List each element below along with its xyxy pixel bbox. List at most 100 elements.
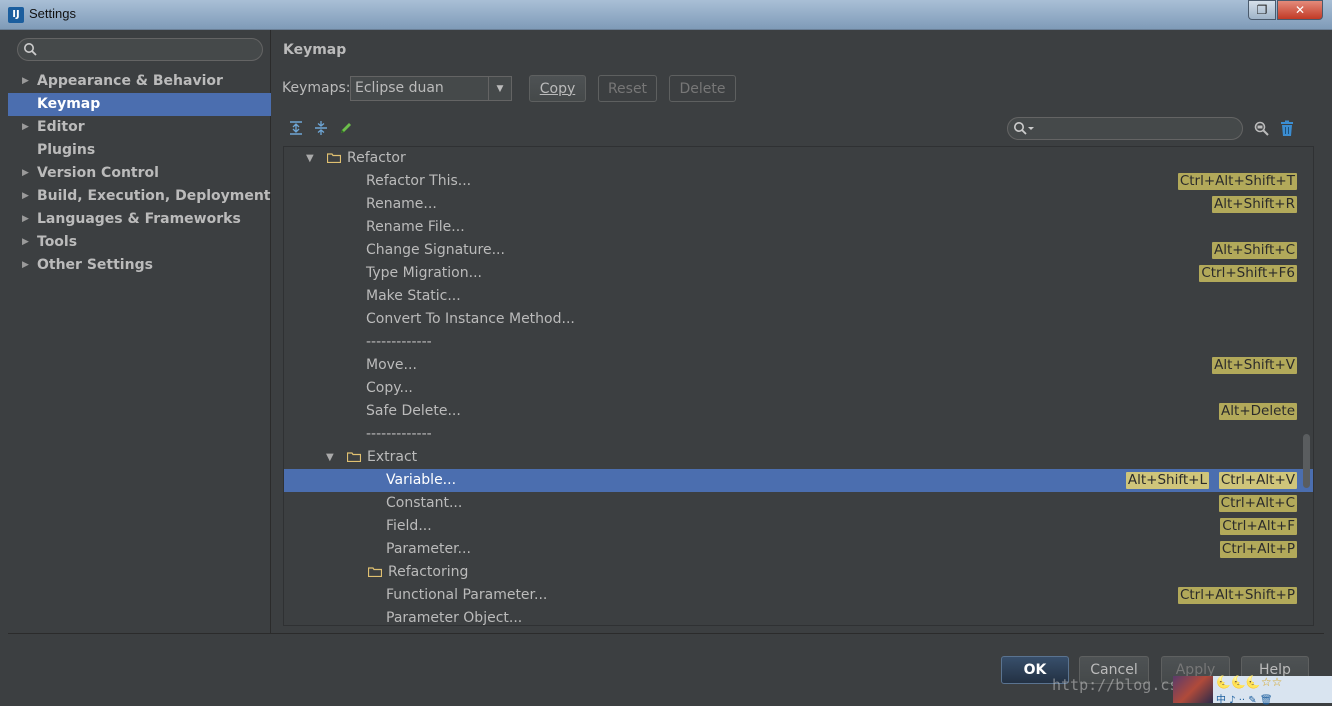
clear-filter-icon[interactable]	[1279, 120, 1295, 137]
shortcut-badge: Alt+Shift+R	[1212, 196, 1297, 213]
tree-action-row[interactable]: Rename... Alt+Shift+R	[284, 193, 1313, 216]
sidebar-item-editor[interactable]: ▶ Editor	[8, 116, 271, 139]
tree-row-label: Convert To Instance Method...	[366, 311, 575, 327]
collapse-all-icon[interactable]	[313, 120, 329, 136]
sidebar-item-label: Languages & Frameworks	[37, 211, 241, 227]
tree-action-row[interactable]: Functional Parameter... Ctrl+Alt+Shift+P	[284, 584, 1313, 607]
tree-action-row[interactable]: Variable... Ctrl+Alt+V Alt+Shift+L	[284, 469, 1313, 492]
shortcut-badge: Ctrl+Alt+V	[1218, 472, 1297, 489]
restore-button[interactable]: ❐	[1248, 0, 1276, 20]
shortcut-badge: Ctrl+Alt+Shift+P	[1177, 587, 1297, 604]
folder-icon	[327, 153, 341, 163]
sidebar-item-label: Other Settings	[37, 257, 153, 273]
tree-row-label: Field...	[386, 518, 432, 534]
chevron-right-icon[interactable]: ▶	[22, 185, 29, 208]
restore-icon: ❐	[1256, 3, 1268, 17]
sidebar-item-version-control[interactable]: ▶ Version Control	[8, 162, 271, 185]
tree-separator-row[interactable]: -------------	[284, 423, 1313, 446]
tree-row-label: Make Static...	[366, 288, 461, 304]
tree-action-row[interactable]: Constant... Ctrl+Alt+C	[284, 492, 1313, 515]
edit-icon[interactable]	[338, 120, 354, 136]
sidebar-item-label: Tools	[37, 234, 78, 250]
tree-action-row[interactable]: Parameter... Ctrl+Alt+P	[284, 538, 1313, 561]
close-icon: ✕	[1294, 3, 1306, 17]
keymap-select[interactable]: Eclipse duan ▼	[350, 76, 512, 101]
tree-action-row[interactable]: Change Signature... Alt+Shift+C	[284, 239, 1313, 262]
search-icon	[1014, 122, 1034, 135]
keymap-actions-tree[interactable]: ▼ Refactor Refactor This... Ctrl+Alt+Shift+…	[283, 146, 1314, 626]
sidebar-item-keymap[interactable]: Keymap	[8, 93, 271, 116]
tree-row-label: Type Migration...	[366, 265, 482, 281]
chevron-right-icon[interactable]: ▶	[22, 162, 29, 185]
tree-action-row[interactable]: Make Static...	[284, 285, 1313, 308]
page-title: Keymap	[283, 42, 347, 58]
chevron-down-icon[interactable]: ▼	[306, 147, 314, 170]
sidebar-item-tools[interactable]: ▶ Tools	[8, 231, 271, 254]
tree-folder-row[interactable]: ▼ Refactor	[284, 147, 1313, 170]
tree-folder-row[interactable]: Refactoring	[284, 561, 1313, 584]
shortcut-badge: Ctrl+Shift+F6	[1199, 265, 1297, 282]
tree-action-row[interactable]: Field... Ctrl+Alt+F	[284, 515, 1313, 538]
tray-toolbar-icons: 中 ♪ ·· ✎ 🗑	[1216, 695, 1273, 706]
sidebar-item-plugins[interactable]: Plugins	[8, 139, 271, 162]
sidebar-item-label: Keymap	[37, 96, 101, 112]
avatar	[1173, 676, 1213, 703]
chevron-right-icon[interactable]: ▶	[22, 208, 29, 231]
copy-button-label: Copy	[539, 80, 576, 97]
tree-row-label: Refactor	[347, 150, 406, 166]
tree-row-label: Move...	[366, 357, 417, 373]
chevron-down-icon[interactable]: ▼	[488, 77, 511, 100]
folder-icon	[347, 452, 361, 462]
chevron-right-icon[interactable]: ▶	[22, 70, 29, 93]
chevron-right-icon[interactable]: ▶	[22, 254, 29, 277]
tree-scrollbar-thumb[interactable]	[1303, 434, 1310, 488]
tree-action-row[interactable]: Rename File...	[284, 216, 1313, 239]
keymap-select-value: Eclipse duan	[355, 80, 444, 96]
reset-button[interactable]: Reset	[598, 75, 657, 102]
tree-action-row[interactable]: Parameter Object...	[284, 607, 1313, 626]
search-icon	[24, 43, 37, 56]
chevron-down-icon[interactable]: ▼	[326, 446, 334, 469]
delete-button[interactable]: Delete	[669, 75, 736, 102]
tree-row-label: Change Signature...	[366, 242, 505, 258]
tree-row-label: Variable...	[386, 472, 457, 488]
sidebar-item-label: Version Control	[37, 165, 159, 181]
shortcut-badge: Ctrl+Alt+Shift+T	[1177, 173, 1297, 190]
sidebar-item-appearance-behavior[interactable]: ▶ Appearance & Behavior	[8, 70, 271, 93]
tree-action-row[interactable]: Copy...	[284, 377, 1313, 400]
sidebar-item-label: Build, Execution, Deployment	[37, 188, 271, 204]
expand-all-icon[interactable]	[288, 120, 304, 136]
tree-row-label: Rename...	[366, 196, 437, 212]
shortcut-badge: Alt+Delete	[1219, 403, 1297, 420]
chevron-right-icon[interactable]: ▶	[22, 116, 29, 139]
tree-action-row[interactable]: Type Migration... Ctrl+Shift+F6	[284, 262, 1313, 285]
sidebar-item-label: Editor	[37, 119, 85, 135]
chevron-right-icon[interactable]: ▶	[22, 231, 29, 254]
shortcut-badge: Ctrl+Alt+P	[1219, 541, 1297, 558]
sidebar-item-languages-frameworks[interactable]: ▶ Languages & Frameworks	[8, 208, 271, 231]
tree-row-label: Rename File...	[366, 219, 465, 235]
tree-row-label: Parameter Object...	[386, 610, 523, 626]
tree-folder-row[interactable]: ▼ Extract	[284, 446, 1313, 469]
tree-row-label: Copy...	[366, 380, 413, 396]
keymap-filter-input[interactable]	[1007, 117, 1243, 140]
intellij-idea-icon: IJ	[8, 7, 24, 23]
find-by-shortcut-icon[interactable]	[1253, 120, 1270, 137]
shortcut-badge: Ctrl+Alt+C	[1218, 495, 1297, 512]
sidebar-item-build-execution-deployment[interactable]: ▶ Build, Execution, Deployment	[8, 185, 271, 208]
tree-action-row[interactable]: Move... Alt+Shift+V	[284, 354, 1313, 377]
tree-action-row[interactable]: Convert To Instance Method...	[284, 308, 1313, 331]
tree-row-label: Refactoring	[388, 564, 469, 580]
sidebar-item-other-settings[interactable]: ▶ Other Settings	[8, 254, 271, 277]
copy-button[interactable]: Copy	[529, 75, 586, 102]
tree-separator-row[interactable]: -------------	[284, 331, 1313, 354]
tree-action-row[interactable]: Safe Delete... Alt+Delete	[284, 400, 1313, 423]
settings-search-input[interactable]	[17, 38, 263, 61]
shortcut-badge: Alt+Shift+V	[1212, 357, 1297, 374]
tree-row-label: -------------	[366, 426, 432, 442]
close-button[interactable]: ✕	[1277, 0, 1323, 20]
tree-row-label: Refactor This...	[366, 173, 472, 189]
delete-button-label: Delete	[679, 80, 726, 97]
tree-action-row[interactable]: Refactor This... Ctrl+Alt+Shift+T	[284, 170, 1313, 193]
sidebar-item-label: Appearance & Behavior	[37, 73, 223, 89]
